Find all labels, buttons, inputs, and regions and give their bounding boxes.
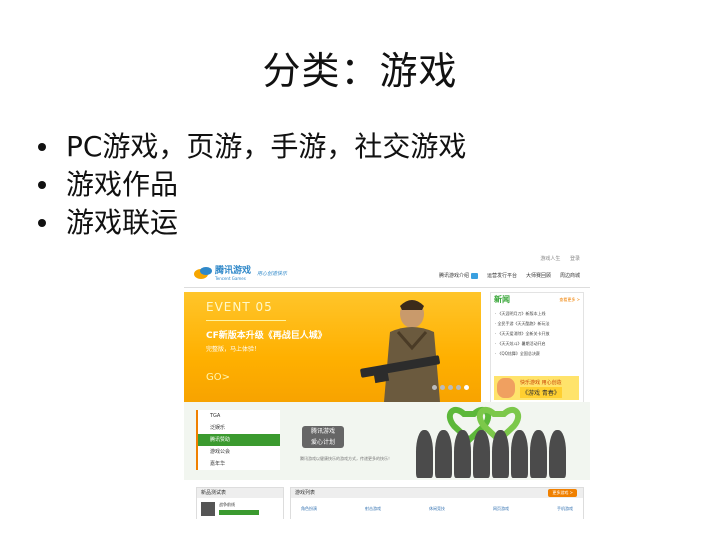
nav-item[interactable]: 腾讯游戏介绍 — [439, 272, 478, 279]
side-menu-item[interactable]: 游戏公会 — [196, 446, 280, 458]
banner-sub: 完整版，马上体验！ — [206, 346, 261, 353]
side-menu-item[interactable]: TGA — [196, 410, 280, 422]
game-category[interactable]: 射击游戏 — [365, 506, 381, 512]
carousel-dots — [432, 385, 469, 390]
charity-text: 腾讯游戏以健康快乐的游戏方式，传递更多的快乐！ — [300, 456, 392, 461]
bullet-text: 游戏联运 — [66, 206, 179, 239]
child-photo-icon — [497, 378, 515, 398]
game-category[interactable]: 角色扮演 — [301, 506, 317, 512]
children-photo-icon — [416, 430, 566, 478]
charity-section: TGA 泛娱乐 腾讯赞助 游戏公会 嘉年华 腾讯游戏 爱心计划 腾讯游戏以健康快… — [184, 402, 590, 480]
box-title: 游戏列表 — [295, 490, 316, 496]
tencent-games-logo[interactable]: 腾讯游戏 Tencent Games 用心创造快乐 — [194, 266, 287, 281]
bullet-dot-icon — [38, 181, 46, 189]
nav-item[interactable]: 大师赛回顾 — [526, 272, 551, 279]
test-progress-bar — [219, 510, 259, 515]
new-test-box: 新品测试表 战争前线 — [196, 487, 284, 519]
news-item[interactable]: · 《天天爱消除》全新关卡开放 — [495, 329, 579, 339]
site-topbar: 游戏人生 登录 — [184, 255, 590, 263]
news-item[interactable]: · 《天涯明月刀》新版本上线 — [495, 309, 579, 319]
topbar-link[interactable]: 游戏人生 — [540, 256, 560, 262]
site-header: 腾讯游戏 Tencent Games 用心创造快乐 腾讯游戏介绍 运营发行平台 … — [184, 263, 590, 288]
bullet-dot-icon — [38, 219, 46, 227]
game-thumbnail-icon[interactable] — [201, 502, 215, 516]
promo-title: 《游戏 青春》 — [520, 387, 562, 398]
charity-badge[interactable]: 腾讯游戏 爱心计划 — [302, 426, 344, 448]
bullet-list: PC游戏，页游，手游，社交游戏 游戏作品 游戏联运 — [38, 128, 466, 242]
nav-item[interactable]: 周边商城 — [560, 272, 580, 279]
side-menu-item-selected[interactable]: 腾讯赞助 — [196, 434, 280, 446]
bullet-item: PC游戏，页游，手游，社交游戏 — [38, 128, 466, 166]
bullet-item: 游戏作品 — [38, 166, 466, 204]
banner-headline: CF新版本升级《再战巨人城》 — [206, 331, 327, 341]
game-category-row: 角色扮演 射击游戏 休闲竞技 网页游戏 手机游戏 — [301, 506, 573, 512]
news-item[interactable]: · 《天天炫斗》暑期活动开启 — [495, 339, 579, 349]
news-panel: 新闻 查看更多 > · 《天涯明月刀》新版本上线 · 全民手游《天天酷跑》新玩法… — [490, 292, 584, 404]
hero-banner[interactable]: EVENT 05 CF新版本升级《再战巨人城》 完整版，马上体验！ GO> — [184, 292, 481, 402]
logo-slogan: 用心创造快乐 — [257, 271, 288, 277]
bullet-text: PC游戏，页游，手游，社交游戏 — [66, 130, 467, 163]
side-menu-item[interactable]: 嘉年华 — [196, 458, 280, 470]
game-category[interactable]: 网页游戏 — [493, 506, 509, 512]
qq-icon — [470, 272, 478, 279]
game-category[interactable]: 手机游戏 — [557, 506, 573, 512]
game-category[interactable]: 休闲竞技 — [429, 506, 445, 512]
slide-title: 分类：游戏 — [262, 49, 458, 93]
news-more-link[interactable]: 查看更多 > — [559, 297, 580, 303]
bullet-item: 游戏联运 — [38, 204, 466, 242]
news-item[interactable]: · 《QQ炫舞》全国总决赛 — [495, 349, 579, 359]
news-title: 新闻 — [494, 295, 510, 304]
logo-en: Tencent Games — [215, 276, 246, 281]
login-link[interactable]: 登录 — [570, 256, 580, 262]
game-name[interactable]: 战争前线 — [219, 502, 235, 508]
banner-event: EVENT 05 — [206, 300, 273, 314]
more-games-button[interactable]: 更多游戏 > — [548, 489, 577, 497]
banner-go-link[interactable]: GO> — [206, 372, 230, 383]
box-title: 新品测试表 — [197, 488, 283, 498]
news-item[interactable]: · 全民手游《天天酷跑》新玩法 — [495, 319, 579, 329]
logo-mark-icon — [194, 266, 212, 281]
website-screenshot: 游戏人生 登录 腾讯游戏 Tencent Games 用心创造快乐 腾讯游戏介绍… — [184, 255, 590, 519]
bullet-text: 游戏作品 — [66, 168, 179, 201]
game-list-box: 游戏列表 更多游戏 > 角色扮演 射击游戏 休闲竞技 网页游戏 手机游戏 — [290, 487, 584, 519]
side-menu: TGA 泛娱乐 腾讯赞助 游戏公会 嘉年华 — [196, 410, 280, 470]
promo-line: 快乐游戏 用心创造 — [520, 380, 562, 386]
logo-cn: 腾讯游戏 — [215, 266, 252, 276]
bullet-dot-icon — [38, 143, 46, 151]
news-list: · 《天涯明月刀》新版本上线 · 全民手游《天天酷跑》新玩法 · 《天天爱消除》… — [491, 309, 583, 359]
nav-item[interactable]: 运营发行平台 — [487, 272, 517, 279]
side-menu-item[interactable]: 泛娱乐 — [196, 422, 280, 434]
site-nav: 腾讯游戏介绍 运营发行平台 大师赛回顾 周边商城 — [439, 272, 580, 279]
promo-banner[interactable]: 快乐游戏 用心创造 《游戏 青春》 — [494, 376, 579, 400]
